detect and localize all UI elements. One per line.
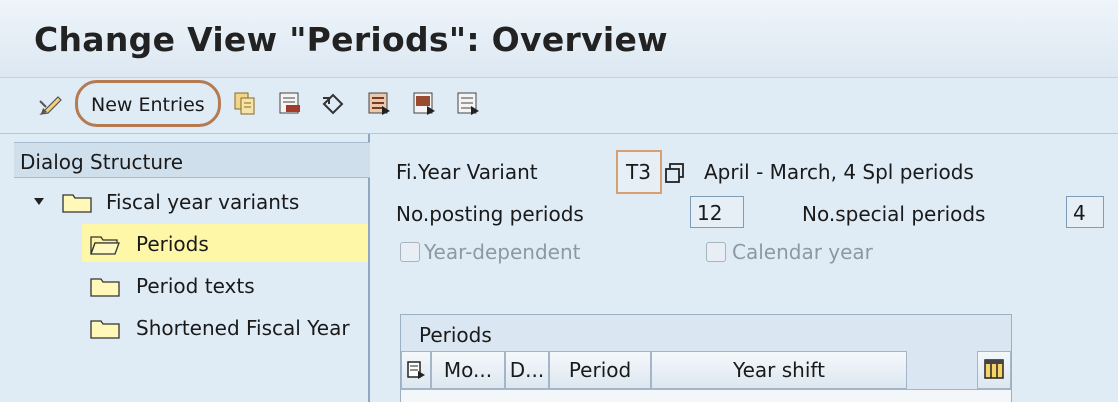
column-header-year-shift[interactable]: Year shift xyxy=(651,351,907,389)
periods-table-title: Periods xyxy=(419,323,492,347)
special-periods-label: No.special periods xyxy=(802,202,986,226)
deselect-all-icon[interactable] xyxy=(455,90,481,116)
tree-item-label: Period texts xyxy=(136,274,255,298)
dialog-structure-title: Dialog Structure xyxy=(20,150,184,174)
select-all-icon[interactable] xyxy=(366,90,392,116)
special-periods-field[interactable]: 4 xyxy=(1066,196,1104,228)
fy-variant-field[interactable]: T3 xyxy=(616,150,662,194)
column-header-day[interactable]: D... xyxy=(505,351,549,389)
column-settings-icon[interactable] xyxy=(977,351,1011,389)
new-entries-label: New Entries xyxy=(91,94,205,116)
tree-item-period-texts[interactable]: Period texts xyxy=(82,266,368,304)
open-folder-icon xyxy=(90,233,120,255)
table-row[interactable] xyxy=(401,389,1011,402)
copy-as-icon[interactable] xyxy=(232,90,258,116)
tree-item-label: Periods xyxy=(136,232,209,256)
fy-variant-description: April - March, 4 Spl periods xyxy=(704,160,974,184)
folder-icon xyxy=(90,275,120,297)
posting-periods-field[interactable]: 12 xyxy=(690,196,744,228)
caret-down-icon[interactable] xyxy=(32,194,46,208)
page-title: Change View "Periods": Overview xyxy=(34,20,668,59)
main-content: Fi.Year Variant T3 April - March, 4 Spl … xyxy=(372,134,1118,402)
fy-variant-value: T3 xyxy=(626,160,651,184)
tree-item-periods[interactable]: Periods xyxy=(82,224,368,262)
calendar-year-label: Calendar year xyxy=(732,240,873,264)
copy-value-icon[interactable] xyxy=(664,162,686,184)
calendar-year-checkbox[interactable] xyxy=(706,242,726,262)
periods-table: Periods Mo... D... Period Year shift xyxy=(400,314,1012,402)
year-dependent-label: Year-dependent xyxy=(424,240,581,264)
undo-change-icon[interactable] xyxy=(320,90,346,116)
display-change-icon[interactable] xyxy=(38,92,64,118)
dialog-structure-header: Dialog Structure xyxy=(14,142,370,178)
new-entries-button[interactable]: New Entries xyxy=(75,80,221,127)
posting-periods-label: No.posting periods xyxy=(396,202,584,226)
tree-item-label: Shortened Fiscal Year xyxy=(136,316,350,340)
row-select-header-icon[interactable] xyxy=(401,351,431,389)
column-header-period[interactable]: Period xyxy=(549,351,651,389)
year-dependent-checkbox[interactable] xyxy=(400,242,420,262)
folder-icon xyxy=(62,191,92,213)
select-block-icon[interactable] xyxy=(411,90,437,116)
fy-variant-label: Fi.Year Variant xyxy=(396,160,538,184)
header-spacer xyxy=(907,351,977,389)
title-bar: Change View "Periods": Overview xyxy=(0,0,1118,78)
dialog-structure-panel: Dialog Structure Fiscal year variants Pe… xyxy=(14,134,370,402)
tree-item-fiscal-year-variants[interactable]: Fiscal year variants xyxy=(24,182,364,220)
column-header-month[interactable]: Mo... xyxy=(431,351,505,389)
periods-table-header: Mo... D... Period Year shift xyxy=(401,351,1011,389)
delete-icon[interactable] xyxy=(277,90,303,116)
folder-icon xyxy=(90,317,120,339)
tree-item-label: Fiscal year variants xyxy=(106,190,300,214)
toolbar: New Entries xyxy=(0,78,1118,134)
tree-item-shortened-fiscal-year[interactable]: Shortened Fiscal Year xyxy=(82,308,368,346)
